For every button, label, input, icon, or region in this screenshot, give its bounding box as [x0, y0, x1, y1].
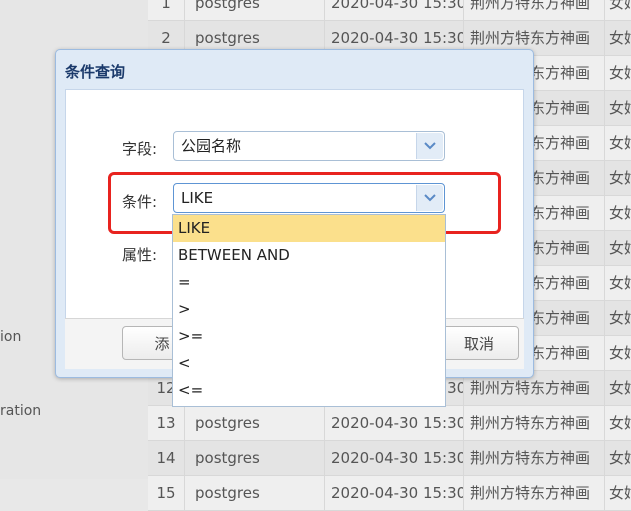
- dialog-title: 条件查询: [65, 63, 126, 81]
- extra-cell: 女姑: [609, 274, 631, 292]
- extra-cell: 女姑: [609, 169, 631, 187]
- condition-options-list[interactable]: LIKE BETWEEN AND = > >= < <=: [172, 214, 446, 407]
- database-cell: postgres: [185, 441, 325, 475]
- extra-cell: 女姑: [609, 29, 631, 47]
- sidebar-text-fragment[interactable]: ion: [0, 329, 21, 345]
- table-row[interactable]: 1postgres2020-04-30 15:30荆州方特东方神画女姑: [148, 0, 631, 21]
- extra-cell: 女姑: [609, 134, 631, 152]
- condition-option[interactable]: >: [173, 296, 445, 323]
- condition-option[interactable]: >=: [173, 323, 445, 350]
- row-number-cell: 14: [148, 441, 185, 475]
- row-number-cell: 15: [148, 476, 185, 510]
- condition-option[interactable]: <: [173, 350, 445, 377]
- condition-option[interactable]: =: [173, 269, 445, 296]
- datetime-cell: 2020-04-30 15:30: [326, 441, 464, 475]
- database-cell: postgres: [185, 476, 325, 510]
- extra-cell: 女姑: [609, 309, 631, 327]
- table-row[interactable]: 13postgres2020-04-30 15:30荆州方特东方神画女姑: [148, 406, 631, 441]
- extra-cell: 女姑: [609, 344, 631, 362]
- datetime-cell: 2020-04-30 15:30: [326, 476, 464, 510]
- table-row[interactable]: 15postgres2020-04-30 15:30荆州方特东方神画女姑: [148, 476, 631, 511]
- extra-cell: 女姑: [609, 99, 631, 117]
- condition-option[interactable]: <=: [173, 377, 445, 404]
- extra-cell: 女姑: [609, 0, 631, 12]
- attribute-label: 属性:: [122, 246, 158, 264]
- extra-cell: 女姑: [609, 64, 631, 82]
- database-cell: postgres: [185, 406, 325, 440]
- row-number-cell: 13: [148, 406, 185, 440]
- extra-cell: 女姑: [609, 414, 631, 432]
- park-name-cell: 荆州方特东方神画: [465, 406, 605, 440]
- field-select-value: 公园名称: [181, 137, 242, 155]
- datetime-cell: 2020-04-30 15:30: [326, 406, 464, 440]
- condition-option[interactable]: LIKE: [173, 215, 445, 242]
- park-name-cell: 荆州方特东方神画: [465, 0, 605, 20]
- database-cell: postgres: [185, 0, 325, 20]
- field-label: 字段:: [122, 140, 158, 158]
- park-name-cell: 荆州方特东方神画: [465, 441, 605, 475]
- table-row[interactable]: 14postgres2020-04-30 15:30荆州方特东方神画女姑: [148, 441, 631, 476]
- extra-cell: 女姑: [609, 239, 631, 257]
- datetime-cell: 2020-04-30 15:30: [326, 0, 464, 20]
- extra-cell: 女姑: [609, 449, 631, 467]
- chevron-down-icon[interactable]: [416, 133, 443, 159]
- park-name-cell: 荆州方特东方神画: [465, 476, 605, 510]
- row-number-cell: 1: [148, 0, 185, 20]
- cancel-button[interactable]: 取消: [439, 326, 519, 360]
- sidebar-text-fragment[interactable]: ration: [0, 403, 41, 419]
- extra-cell: 女姑: [609, 484, 631, 502]
- field-select[interactable]: 公园名称: [173, 131, 445, 161]
- condition-option[interactable]: BETWEEN AND: [173, 242, 445, 269]
- extra-cell: 女姑: [609, 204, 631, 222]
- extra-cell: 女姑: [609, 379, 631, 397]
